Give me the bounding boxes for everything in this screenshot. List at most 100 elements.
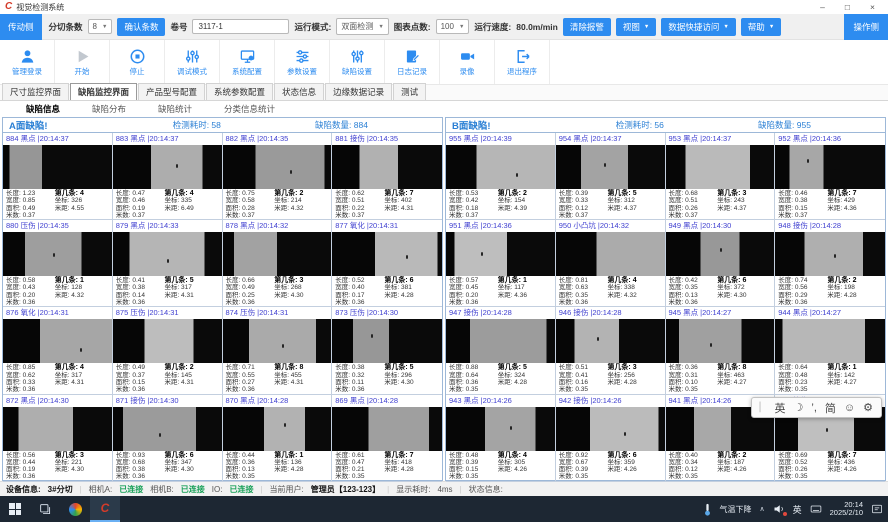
taskbar-clock[interactable]: 20:14 2025/2/10 <box>830 501 863 518</box>
main-tab-5[interactable]: 边缘数据记录 <box>325 83 392 100</box>
main-tab-4[interactable]: 状态信息 <box>274 83 324 100</box>
ime-moon-icon[interactable]: ☽ <box>794 401 804 414</box>
confirm-count-button[interactable]: 确认条数 <box>117 18 165 36</box>
operate-side-button[interactable]: 操作侧 <box>844 14 888 40</box>
defect-cell-954[interactable]: 954 黑点 |20:14:37长度: 0.39宽度: 0.33面积: 0.12… <box>556 133 666 220</box>
action-button-8[interactable]: 录像 <box>440 40 495 84</box>
ime-emoji-icon[interactable]: ☺ <box>844 402 855 414</box>
defect-cell-945[interactable]: 945 黑点 |20:14:27长度: 0.36宽度: 0.31面积: 0.10… <box>666 307 776 394</box>
defect-cell-871[interactable]: 871 接伤 |20:14:30长度: 0.93宽度: 0.68面积: 0.38… <box>113 395 223 482</box>
action-center-icon[interactable] <box>871 503 883 515</box>
defect-cell-951[interactable]: 951 黑点 |20:14:36长度: 0.57宽度: 0.45面积: 0.20… <box>446 220 556 307</box>
defect-cell-942[interactable]: 942 接伤 |20:14:26长度: 0.92宽度: 0.67面积: 0.39… <box>556 395 666 482</box>
defect-cell-950[interactable]: 950 小凸坑 |20:14:32长度: 0.81宽度: 0.63面积: 0.3… <box>556 220 666 307</box>
defect-cell-878[interactable]: 878 黑点 |20:14:32长度: 0.66宽度: 0.49面积: 0.25… <box>223 220 333 307</box>
action-button-7[interactable]: 日志记录 <box>385 40 440 84</box>
defect-mark <box>516 173 518 177</box>
main-tab-6[interactable]: 测试 <box>393 83 426 100</box>
roll-number-input[interactable]: 3117-1 <box>192 19 289 34</box>
main-tab-1[interactable]: 缺陷监控界面 <box>70 83 137 100</box>
defect-cell-header: 942 接伤 |20:14:26 <box>556 395 665 407</box>
action-button-0[interactable]: 管理登录 <box>0 40 55 84</box>
defect-cell-876[interactable]: 876 氧化 |20:14:31长度: 0.85宽度: 0.62面积: 0.33… <box>3 307 113 394</box>
defect-cell-955[interactable]: 955 黑点 |20:14:39长度: 0.53宽度: 0.42面积: 0.18… <box>446 133 556 220</box>
sub-tab-0[interactable]: 缺陷信息 <box>12 102 74 116</box>
action-button-5[interactable]: 参数设置 <box>275 40 330 84</box>
main-tab-2[interactable]: 产品型号配置 <box>138 83 205 100</box>
defect-cell-949[interactable]: 949 黑点 |20:14:30长度: 0.42宽度: 0.35面积: 0.13… <box>666 220 776 307</box>
defect-cell-947[interactable]: 947 接伤 |20:14:28长度: 0.88宽度: 0.64面积: 0.36… <box>446 307 556 394</box>
defect-cell-944[interactable]: 944 黑点 |20:14:27长度: 0.64宽度: 0.48面积: 0.23… <box>775 307 885 394</box>
maximize-button[interactable]: □ <box>845 2 850 12</box>
volume-button[interactable] <box>773 503 785 515</box>
defect-cell-946[interactable]: 946 接伤 |20:14:28长度: 0.51宽度: 0.41面积: 0.16… <box>556 307 666 394</box>
defect-cell-header: 955 黑点 |20:14:39 <box>446 133 555 145</box>
action-button-9[interactable]: 退出程序 <box>495 40 550 84</box>
defect-cell-874[interactable]: 874 压伤 |20:14:31长度: 0.71宽度: 0.55面积: 0.27… <box>223 307 333 394</box>
start-button[interactable] <box>0 496 30 522</box>
defect-thumbnail <box>775 319 885 363</box>
windows-logo-icon <box>9 503 21 515</box>
defect-info: 长度: 0.64宽度: 0.48面积: 0.23米数: 0.35第几条: 1坐标… <box>775 363 885 393</box>
weather-text[interactable]: 气温下降 <box>719 504 751 515</box>
taskbar-app-browser[interactable] <box>60 496 90 522</box>
action-button-4[interactable]: 系统配置 <box>220 40 275 84</box>
main-tab-3[interactable]: 系统参数配置 <box>206 83 273 100</box>
ime-settings-gear-icon[interactable]: ⚙ <box>863 401 873 414</box>
defect-cell-870[interactable]: 870 黑点 |20:14:28长度: 0.44宽度: 0.36面积: 0.13… <box>223 395 333 482</box>
defect-cell-882[interactable]: 882 黑点 |20:14:35长度: 0.75宽度: 0.58面积: 0.28… <box>223 133 333 220</box>
help-menu-button[interactable]: 帮助▼ <box>741 18 781 36</box>
defect-cell-948[interactable]: 948 接伤 |20:14:28长度: 0.74宽度: 0.56面积: 0.29… <box>775 220 885 307</box>
defect-info: 长度: 0.39宽度: 0.33面积: 0.12米数: 0.37第几条: 5坐标… <box>556 189 665 219</box>
ime-punctuation-mode[interactable]: ’, <box>811 402 817 414</box>
defect-info: 长度: 0.68宽度: 0.51面积: 0.26米数: 0.37第几条: 3坐标… <box>666 189 775 219</box>
defect-cell-872[interactable]: 872 黑点 |20:14:30长度: 0.56宽度: 0.44面积: 0.19… <box>3 395 113 482</box>
clear-alarm-button[interactable]: 清除报警 <box>563 18 611 36</box>
ime-toolbar[interactable]: ▏ 英 ☽ ’, 简 ☺ ⚙ <box>751 397 882 418</box>
defect-cell-883[interactable]: 883 黑点 |20:14:37长度: 0.47宽度: 0.46面积: 0.19… <box>113 133 223 220</box>
defect-cell-875[interactable]: 875 压伤 |20:14:31长度: 0.49宽度: 0.37面积: 0.15… <box>113 307 223 394</box>
task-view-icon <box>39 503 52 516</box>
task-view-button[interactable] <box>30 496 60 522</box>
defect-info: 长度: 0.81宽度: 0.63面积: 0.35米数: 0.36第几条: 4坐标… <box>556 276 665 306</box>
slit-count-dropdown[interactable]: 8▼ <box>88 19 113 34</box>
touch-keyboard-icon[interactable] <box>810 503 822 515</box>
hidden-icons-chevron-icon[interactable]: ∧ <box>759 505 764 513</box>
sub-tab-2[interactable]: 缺陷统计 <box>144 102 206 116</box>
action-button-1[interactable]: 开始 <box>55 40 110 84</box>
taskbar-app-inspection[interactable]: C <box>90 496 120 522</box>
close-button[interactable]: × <box>870 2 875 12</box>
defect-cell-879[interactable]: 879 黑点 |20:14:33长度: 0.41宽度: 0.38面积: 0.14… <box>113 220 223 307</box>
defect-cell-943[interactable]: 943 黑点 |20:14:26长度: 0.48宽度: 0.39面积: 0.15… <box>446 395 556 482</box>
run-mode-dropdown[interactable]: 双面检测▼ <box>336 18 388 35</box>
ime-grip-icon[interactable]: ▏ <box>760 402 767 413</box>
action-button-6[interactable]: 缺陷设置 <box>330 40 385 84</box>
data-quick-access-menu-button[interactable]: 数据快捷访问▼ <box>661 18 735 36</box>
defect-cell-877[interactable]: 877 氧化 |20:14:31长度: 0.52宽度: 0.40面积: 0.17… <box>332 220 442 307</box>
defect-cell-884[interactable]: 884 黑点 |20:14:37长度: 1.23宽度: 0.85面积: 0.49… <box>3 133 113 220</box>
defect-cell-880[interactable]: 880 压伤 |20:14:35长度: 0.58宽度: 0.43面积: 0.20… <box>3 220 113 307</box>
action-button-3[interactable]: 调试模式 <box>165 40 220 84</box>
defect-info: 长度: 0.66宽度: 0.49面积: 0.25米数: 0.36第几条: 3坐标… <box>223 276 332 306</box>
action-label: 退出程序 <box>507 66 537 77</box>
view-menu-button[interactable]: 视图▼ <box>616 18 656 36</box>
sub-tab-3[interactable]: 分类信息统计 <box>210 102 289 116</box>
drive-side-button[interactable]: 传动侧 <box>0 14 42 40</box>
defect-info: 长度: 0.75宽度: 0.58面积: 0.28米数: 0.37第几条: 2坐标… <box>223 189 332 219</box>
ime-english-mode[interactable]: 英 <box>775 400 786 416</box>
defect-cell-881[interactable]: 881 接伤 |20:14:35长度: 0.62宽度: 0.51面积: 0.22… <box>332 133 442 220</box>
action-button-2[interactable]: 停止 <box>110 40 165 84</box>
action-bar: 管理登录开始停止调试模式系统配置参数设置缺陷设置日志记录录像退出程序 <box>0 40 888 85</box>
ime-simplified-mode[interactable]: 简 <box>825 400 836 416</box>
defect-cell-869[interactable]: 869 黑点 |20:14:28长度: 0.61宽度: 0.47面积: 0.21… <box>332 395 442 482</box>
defect-cell-953[interactable]: 953 黑点 |20:14:37长度: 0.68宽度: 0.51面积: 0.26… <box>666 133 776 220</box>
defect-cell-873[interactable]: 873 压伤 |20:14:30长度: 0.38宽度: 0.32面积: 0.11… <box>332 307 442 394</box>
chevron-down-icon: ▼ <box>459 24 464 30</box>
main-tab-0[interactable]: 尺寸监控界面 <box>2 83 69 100</box>
language-indicator[interactable]: 英 <box>793 503 802 516</box>
defect-cell-952[interactable]: 952 黑点 |20:14:36长度: 0.46宽度: 0.38面积: 0.15… <box>775 133 885 220</box>
sub-tab-1[interactable]: 缺陷分布 <box>78 102 140 116</box>
chart-points-dropdown[interactable]: 100▼ <box>436 19 470 34</box>
chevron-down-icon: ▼ <box>769 24 774 30</box>
minimize-button[interactable]: – <box>820 2 825 12</box>
